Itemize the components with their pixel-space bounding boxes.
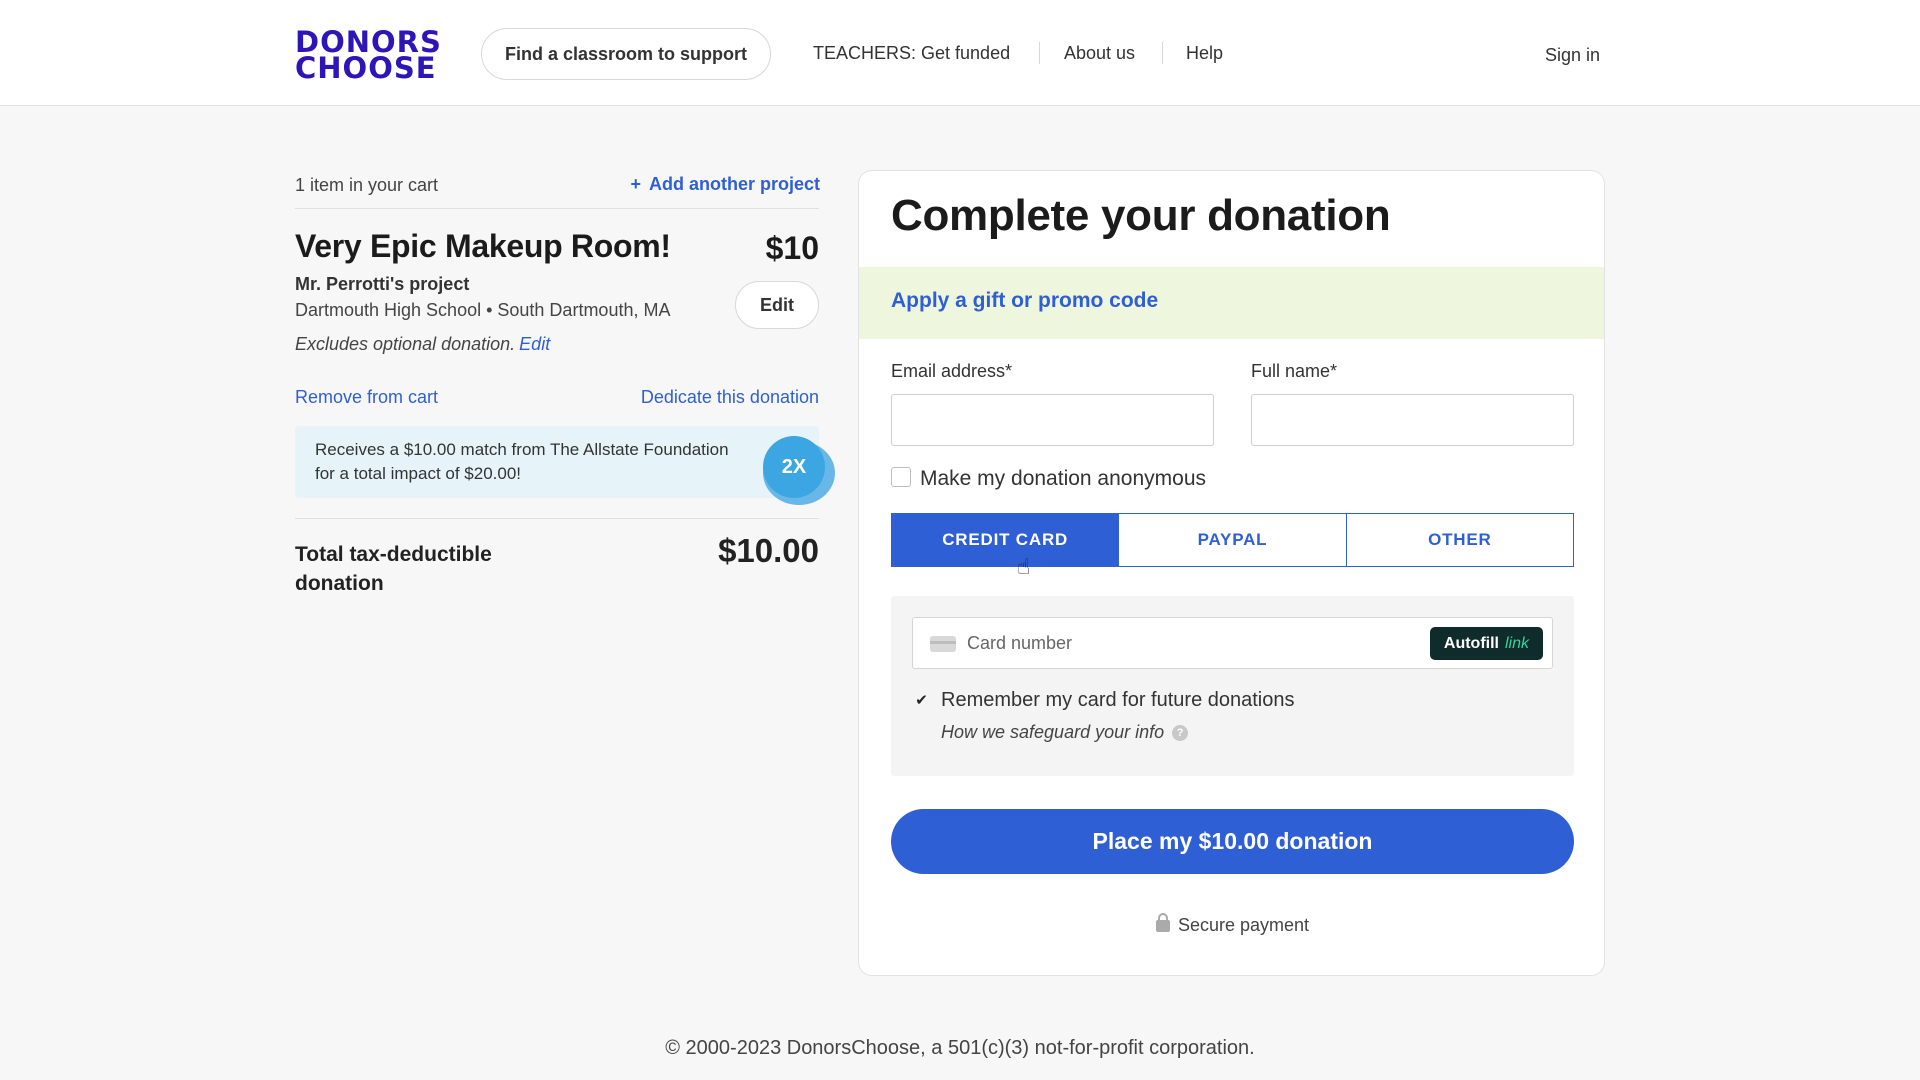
donorschoose-logo[interactable]: DONORS CHOOSE: [295, 28, 441, 85]
logo-line-2: CHOOSE: [295, 51, 437, 85]
email-field[interactable]: [891, 394, 1214, 446]
project-school: Dartmouth High School • South Dartmouth,…: [295, 300, 671, 320]
hand-cursor-icon: ☝: [1017, 554, 1031, 579]
match-offer-text: Receives a $10.00 match from The Allstat…: [315, 440, 729, 483]
safeguard-info-link[interactable]: How we safeguard your info?: [941, 722, 1189, 743]
autofill-link-button[interactable]: Autofill link: [1429, 627, 1543, 660]
credit-card-panel: Card number Autofill link ✔ Remember my c…: [891, 596, 1574, 776]
place-donation-button[interactable]: Place my $10.00 donation: [891, 809, 1574, 874]
link-brand-icon: link: [1504, 635, 1529, 652]
remember-card-label[interactable]: Remember my card for future donations: [941, 689, 1295, 712]
optional-donation-note: Excludes optional donation. Edit: [295, 334, 550, 355]
credit-card-icon: [930, 636, 956, 652]
match-offer-banner: Receives a $10.00 match from The Allstat…: [295, 426, 835, 505]
remember-card-checkbox[interactable]: ✔: [913, 692, 930, 709]
anonymous-checkbox[interactable]: [891, 467, 911, 487]
find-classroom-button[interactable]: Find a classroom to support: [481, 28, 772, 80]
excludes-text: Excludes optional donation.: [295, 334, 516, 354]
add-project-label: Add another project: [648, 174, 820, 194]
add-another-project-link[interactable]: + Add another project: [630, 174, 820, 195]
nav-about-link[interactable]: About us: [1064, 43, 1135, 64]
autofill-label: Autofill: [1443, 635, 1499, 652]
footer-copyright: © 2000-2023 DonorsChoose, a 501(c)(3) no…: [665, 1037, 1255, 1059]
nav-help-link[interactable]: Help: [1186, 43, 1223, 64]
nav-divider: [1162, 42, 1163, 64]
total-label: Total tax-deductible donation: [295, 543, 492, 595]
full-name-field[interactable]: [1251, 394, 1574, 446]
secure-payment-text: Secure payment: [1177, 915, 1310, 935]
site-header: DONORS CHOOSE Find a classroom to suppor…: [0, 0, 1920, 106]
card-number-field[interactable]: Card number Autofill link: [912, 617, 1553, 669]
nav-divider: [1039, 42, 1040, 64]
project-price: $10: [765, 230, 819, 266]
tab-credit-card[interactable]: CREDIT CARD: [892, 514, 1120, 566]
edit-optional-donation-link[interactable]: Edit: [519, 334, 550, 354]
question-icon[interactable]: ?: [1172, 725, 1189, 742]
cart-divider: [295, 208, 819, 209]
project-title[interactable]: Very Epic Makeup Room!: [295, 228, 671, 265]
cart-item-count: 1 item in your cart: [295, 175, 439, 195]
total-value: $10.00: [718, 532, 819, 569]
project-teacher: Mr. Perrotti's project: [295, 274, 470, 294]
promo-code-banner: Apply a gift or promo code: [859, 267, 1604, 339]
donation-form-card: Complete your donation Apply a gift or p…: [858, 170, 1605, 976]
full-name-label: Full name*: [1251, 361, 1338, 381]
edit-amount-button[interactable]: Edit: [735, 281, 819, 329]
secure-payment-note: Secure payment: [859, 913, 1604, 936]
dedicate-donation-link[interactable]: Dedicate this donation: [641, 387, 819, 408]
sign-in-link[interactable]: Sign in: [1545, 45, 1600, 66]
tab-paypal[interactable]: PAYPAL: [1119, 514, 1347, 566]
donation-form-title: Complete your donation: [891, 191, 1391, 240]
anonymous-label[interactable]: Make my donation anonymous: [920, 467, 1206, 491]
remove-from-cart-link[interactable]: Remove from cart: [295, 387, 438, 408]
safeguard-text: How we safeguard your info: [941, 722, 1165, 742]
total-divider: [295, 518, 819, 519]
plus-icon: +: [630, 174, 641, 194]
payment-method-tabs: CREDIT CARD PAYPAL OTHER: [891, 513, 1574, 567]
nav-teachers-link[interactable]: TEACHERS: Get funded: [813, 43, 1010, 64]
card-number-placeholder: Card number: [967, 633, 1073, 653]
promo-code-link[interactable]: Apply a gift or promo code: [891, 289, 1158, 313]
tab-other[interactable]: OTHER: [1346, 514, 1573, 566]
lock-icon: [1155, 913, 1170, 932]
match-multiplier-badge: 2X: [763, 436, 825, 498]
email-label: Email address*: [891, 361, 1013, 381]
